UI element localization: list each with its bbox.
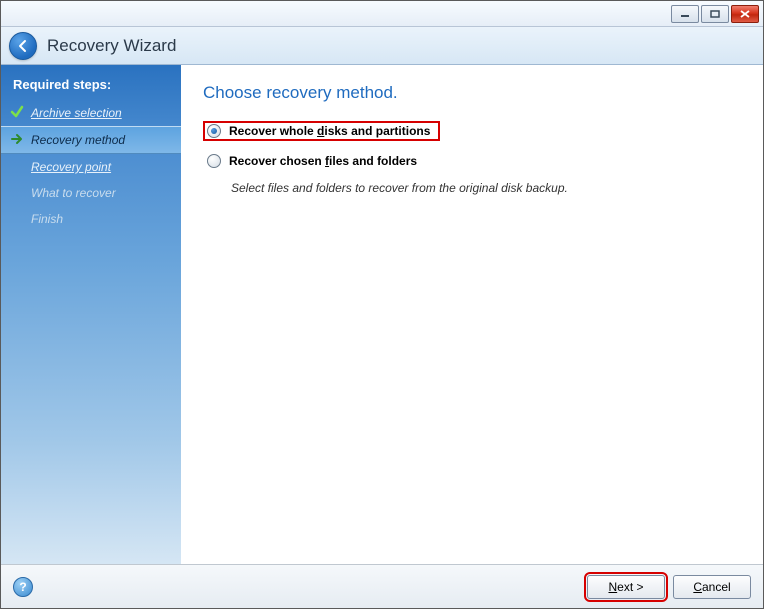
option-recover-disks[interactable]: Recover whole disks and partitions xyxy=(203,121,440,141)
cancel-button[interactable]: Cancel xyxy=(673,575,751,599)
wizard-title: Recovery Wizard xyxy=(47,36,176,56)
main-panel: Choose recovery method. Recover whole di… xyxy=(181,65,763,564)
sidebar-heading: Required steps: xyxy=(1,73,181,100)
step-archive-selection[interactable]: Archive selection xyxy=(1,100,181,126)
back-button[interactable] xyxy=(9,32,37,60)
next-button[interactable]: Next > xyxy=(587,575,665,599)
help-icon: ? xyxy=(19,580,26,594)
radio-recover-disks[interactable] xyxy=(207,124,221,138)
step-what-to-recover: What to recover xyxy=(1,180,181,206)
arrow-left-icon xyxy=(15,38,31,54)
titlebar xyxy=(1,1,763,27)
step-label: Recovery method xyxy=(31,133,125,147)
close-button[interactable] xyxy=(731,5,759,23)
radio-recover-files[interactable] xyxy=(207,154,221,168)
step-label: Finish xyxy=(31,212,63,226)
step-finish: Finish xyxy=(1,206,181,232)
step-recovery-point[interactable]: Recovery point xyxy=(1,154,181,180)
step-label: What to recover xyxy=(31,186,116,200)
wizard-footer: ? Next > Cancel xyxy=(1,564,763,608)
wizard-body: Required steps: Archive selection Recove… xyxy=(1,65,763,564)
step-recovery-method: Recovery method xyxy=(1,126,181,154)
steps-sidebar: Required steps: Archive selection Recove… xyxy=(1,65,181,564)
step-label: Recovery point xyxy=(31,160,111,174)
option-label: Recover chosen files and folders xyxy=(229,154,417,168)
option-description: Select files and folders to recover from… xyxy=(231,181,741,195)
step-label: Archive selection xyxy=(31,106,122,120)
option-recover-files[interactable]: Recover chosen files and folders xyxy=(203,151,421,171)
option-label: Recover whole disks and partitions xyxy=(229,124,430,138)
help-button[interactable]: ? xyxy=(13,577,33,597)
arrow-right-icon xyxy=(10,132,24,146)
recovery-wizard-window: Recovery Wizard Required steps: Archive … xyxy=(0,0,764,609)
wizard-header: Recovery Wizard xyxy=(1,27,763,65)
radio-dot-icon xyxy=(211,128,217,134)
page-title: Choose recovery method. xyxy=(203,83,741,103)
minimize-button[interactable] xyxy=(671,5,699,23)
checkmark-icon xyxy=(10,105,24,119)
maximize-button[interactable] xyxy=(701,5,729,23)
